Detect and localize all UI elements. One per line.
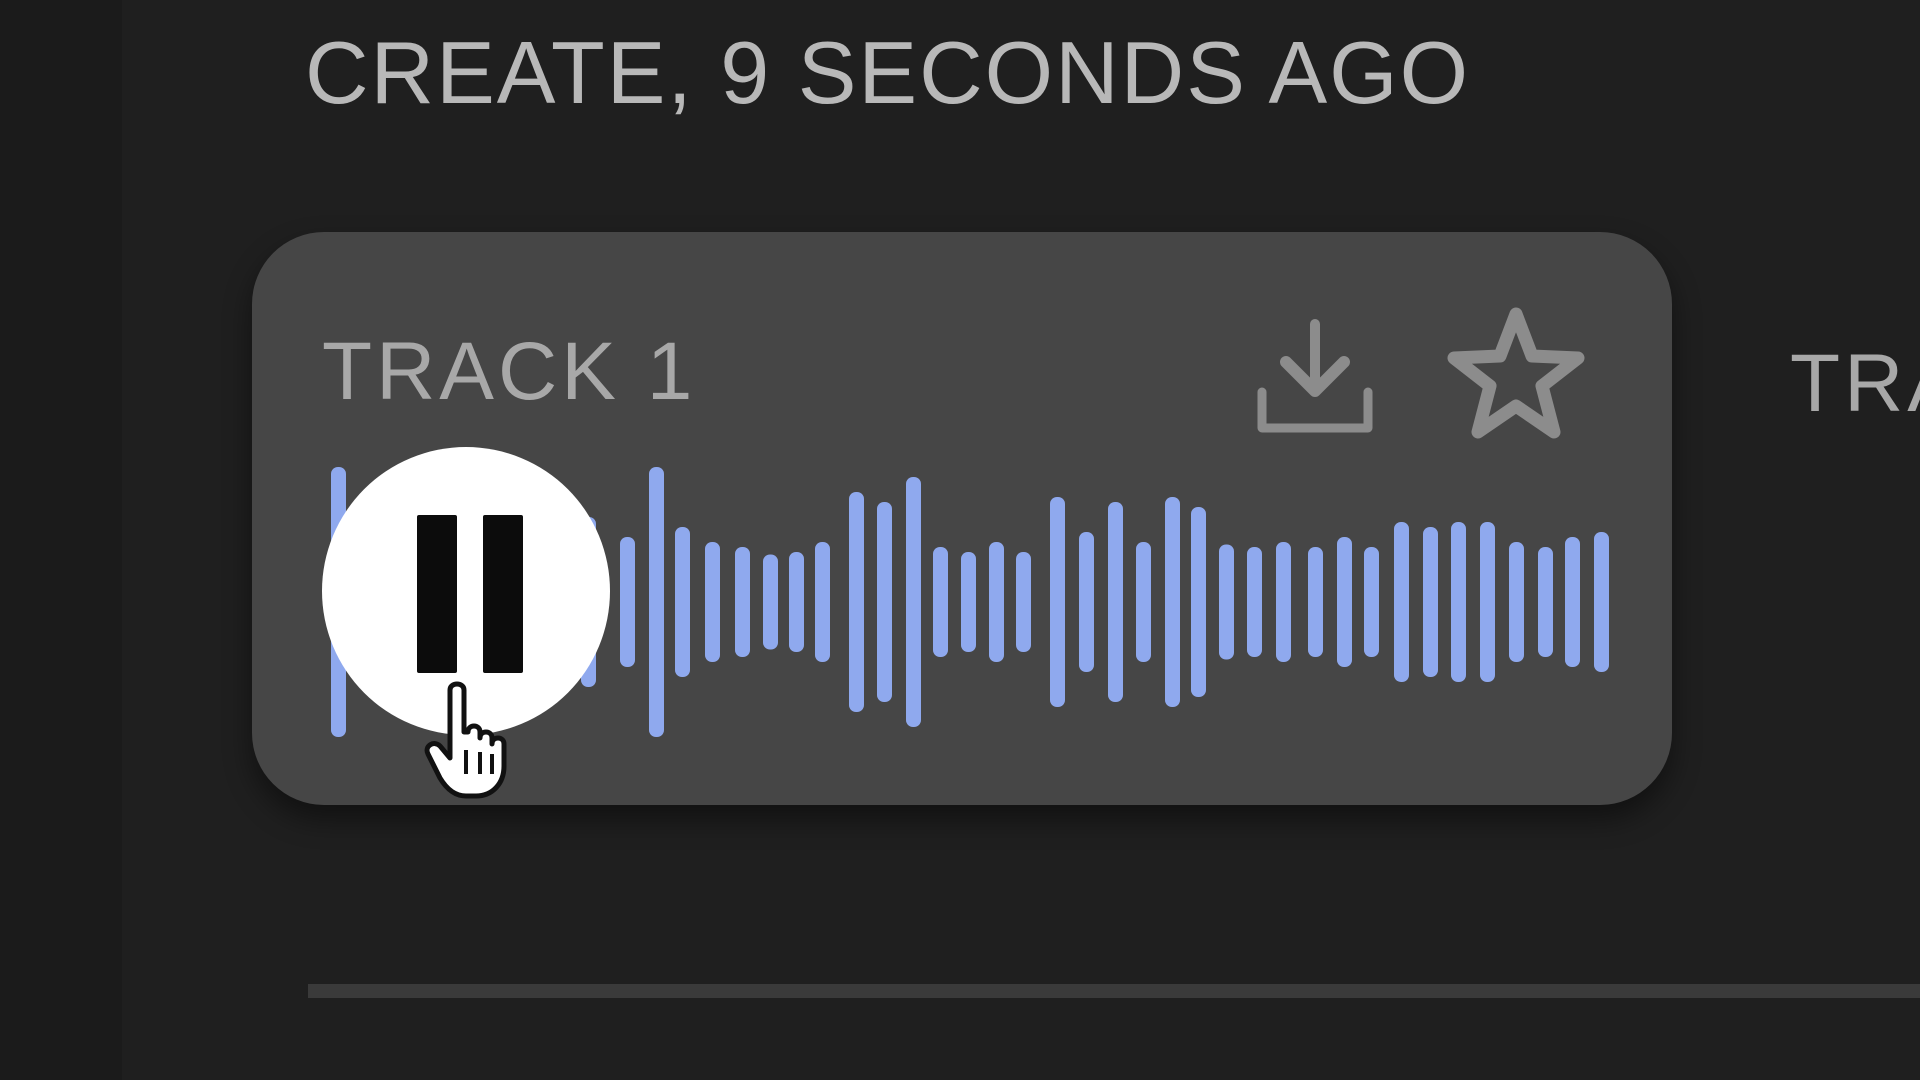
next-track-title: TRA [1790,338,1920,429]
page-heading: CREATE, 9 SECONDS AGO [305,23,1471,122]
pause-icon [417,515,457,673]
hand-cursor-icon [424,681,507,799]
track-title: TRACK 1 [322,326,697,417]
download-icon[interactable] [1254,316,1376,440]
star-icon[interactable] [1444,306,1588,444]
sidebar [0,0,122,1080]
progress-track[interactable] [308,984,1920,998]
pause-icon-right [483,515,523,673]
next-track-card[interactable] [1744,232,1920,805]
